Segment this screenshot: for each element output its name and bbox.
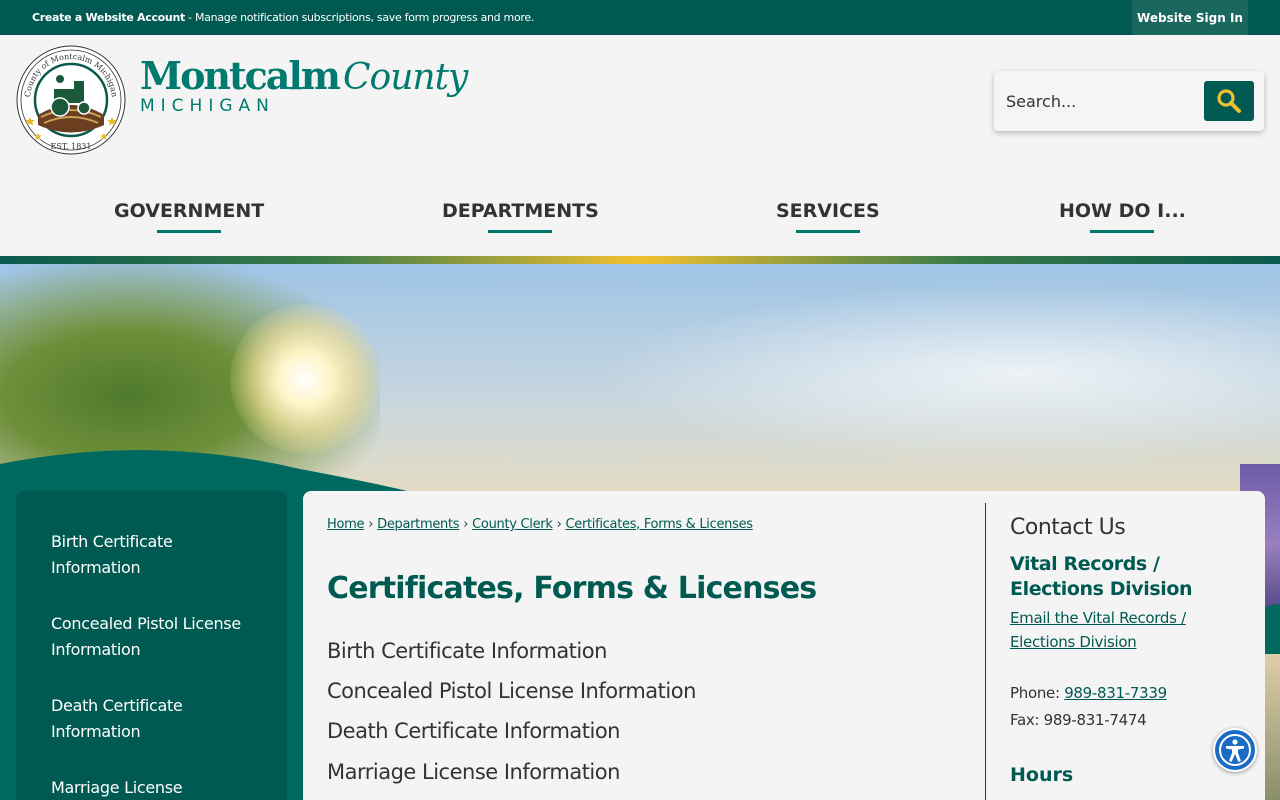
breadcrumb-home[interactable]: Home xyxy=(327,517,365,532)
contact-fax: Fax: 989-831-7474 xyxy=(1010,707,1250,734)
section-sidebar: Birth Certificate Information Concealed … xyxy=(16,491,287,800)
fax-label: Fax: xyxy=(1010,711,1044,729)
logo-county: County xyxy=(343,57,468,98)
nav-item-government[interactable]: GOVERNMENT xyxy=(114,200,264,233)
nav-item-services[interactable]: SERVICES xyxy=(776,200,880,233)
site-header: EST. 1831 County of Montcalm Michigan Mo… xyxy=(0,35,1280,256)
sidebar-item-death-certificate[interactable]: Death Certificate Information xyxy=(51,693,261,745)
breadcrumb-separator: › xyxy=(556,517,562,532)
search-icon xyxy=(1217,89,1241,113)
breadcrumb-separator: › xyxy=(463,517,469,532)
main-content: Home › Departments › County Clerk › Certificat… xyxy=(303,491,1265,800)
breadcrumb-current[interactable]: Certificates, Forms & Licenses xyxy=(565,517,753,532)
hero-clouds xyxy=(600,284,1280,464)
nav-label: DEPARTMENTS xyxy=(442,200,599,222)
create-account-description: - Manage notification subscriptions, sav… xyxy=(184,11,535,24)
breadcrumb-county-clerk[interactable]: County Clerk xyxy=(472,517,553,532)
contact-heading: Contact Us xyxy=(1010,515,1126,540)
nav-underline xyxy=(795,230,860,233)
contact-email-link[interactable]: Email the Vital Records / Elections Divi… xyxy=(1010,606,1250,654)
search-button[interactable] xyxy=(1204,81,1254,121)
create-account-link[interactable]: Create a Website Account - Manage notifi… xyxy=(32,11,534,24)
link-concealed-pistol[interactable]: Concealed Pistol License Information xyxy=(327,679,696,703)
accessibility-icon xyxy=(1219,734,1251,766)
breadcrumb-separator: › xyxy=(368,517,374,532)
create-account-label: Create a Website Account xyxy=(32,11,185,24)
phone-label: Phone: xyxy=(1010,684,1065,702)
county-seal-icon[interactable]: EST. 1831 County of Montcalm Michigan xyxy=(16,45,126,155)
sidebar-item-concealed-pistol[interactable]: Concealed Pistol License Information xyxy=(51,611,261,663)
breadcrumb: Home › Departments › County Clerk › Certificat… xyxy=(327,517,753,532)
nav-underline xyxy=(157,230,222,233)
link-birth-certificate[interactable]: Birth Certificate Information xyxy=(327,639,607,663)
search-input[interactable] xyxy=(1006,85,1186,117)
svg-text:EST. 1831: EST. 1831 xyxy=(51,142,92,151)
breadcrumb-departments[interactable]: Departments xyxy=(377,517,459,532)
accessibility-button[interactable] xyxy=(1213,728,1257,772)
phone-link[interactable]: 989-831-7339 xyxy=(1064,684,1167,702)
logo-montcalm: Montcalm xyxy=(140,53,341,98)
header-accent-line xyxy=(0,256,1280,264)
sidebar-item-marriage-license[interactable]: Marriage License xyxy=(51,775,261,800)
logo-michigan: MICHIGAN xyxy=(140,96,275,116)
site-logo[interactable]: Montcalm County MICHIGAN xyxy=(140,57,468,117)
nav-underline xyxy=(1090,230,1155,233)
nav-label: GOVERNMENT xyxy=(114,200,265,222)
contact-division: Vital Records / Elections Division xyxy=(1010,553,1193,600)
nav-label: HOW DO I... xyxy=(1059,200,1186,222)
search-box xyxy=(994,71,1264,131)
nav-label: SERVICES xyxy=(776,200,880,222)
website-sign-in-button[interactable]: Website Sign In xyxy=(1132,0,1248,35)
hero-sun xyxy=(230,304,380,454)
link-death-certificate[interactable]: Death Certificate Information xyxy=(327,719,621,743)
content-divider xyxy=(985,503,986,800)
hours-heading: Hours xyxy=(1010,764,1074,786)
link-marriage-license[interactable]: Marriage License Information xyxy=(327,760,620,784)
nav-item-departments[interactable]: DEPARTMENTS xyxy=(442,200,599,233)
page-title: Certificates, Forms & Licenses xyxy=(327,571,817,606)
nav-item-how-do-i[interactable]: HOW DO I... xyxy=(1059,200,1186,233)
sidebar-item-birth-certificate[interactable]: Birth Certificate Information xyxy=(51,529,261,581)
top-bar: Create a Website Account - Manage notifi… xyxy=(0,0,1280,35)
nav-underline xyxy=(488,230,553,233)
main-nav: GOVERNMENT DEPARTMENTS SERVICES HOW DO I… xyxy=(0,200,1280,240)
contact-phone: Phone: 989-831-7339 xyxy=(1010,680,1250,707)
fax-number: 989-831-7474 xyxy=(1043,711,1147,729)
